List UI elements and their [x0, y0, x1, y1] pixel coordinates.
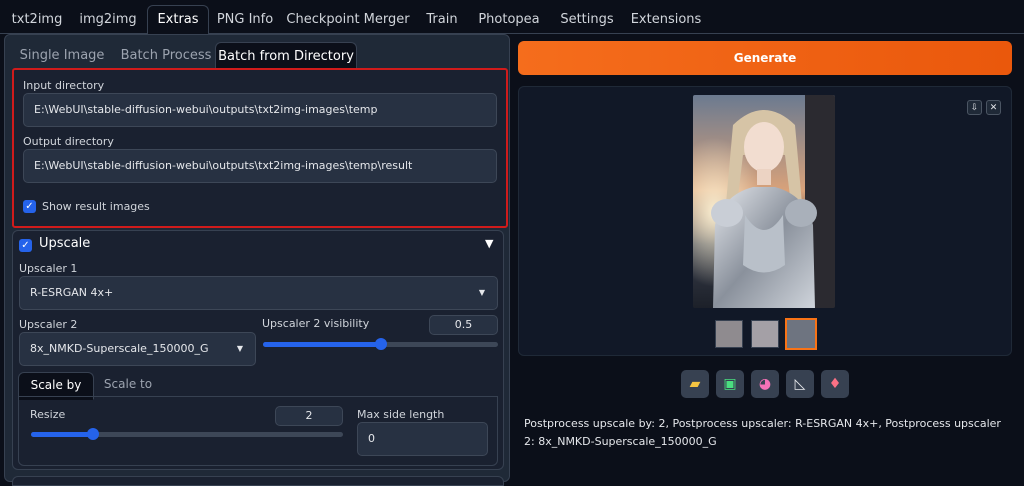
- upscaler2-visibility-label: Upscaler 2 visibility: [262, 317, 370, 330]
- output-directory-label: Output directory: [23, 135, 114, 148]
- upscaler2-label: Upscaler 2: [19, 318, 78, 331]
- tab-scale-to[interactable]: Scale to: [96, 372, 160, 398]
- max-side-input[interactable]: 0: [357, 422, 488, 456]
- tab-extensions[interactable]: Extensions: [628, 6, 704, 34]
- tab-train[interactable]: Train: [418, 6, 466, 34]
- show-result-checkbox[interactable]: ✓: [23, 200, 36, 213]
- upscaler2-dropdown[interactable]: 8x_NMKD-Superscale_150000_G ▼: [19, 332, 256, 366]
- resize-label: Resize: [30, 408, 66, 421]
- subtab-batch-from-directory[interactable]: Batch from Directory: [215, 42, 357, 71]
- upscaler1-label: Upscaler 1: [19, 262, 78, 275]
- scale-mode-tabs: Scale by Scale to: [18, 372, 498, 400]
- input-directory-field[interactable]: E:\WebUI\stable-diffusion-webui\outputs\…: [23, 93, 497, 127]
- output-directory-field[interactable]: E:\WebUI\stable-diffusion-webui\outputs\…: [23, 149, 497, 183]
- upscaler2-visibility-slider[interactable]: [263, 338, 498, 350]
- max-side-label: Max side length: [357, 408, 445, 421]
- slider-fill: [263, 342, 381, 347]
- upscale-checkbox[interactable]: ✓: [19, 239, 32, 252]
- eraser-icon[interactable]: ♦: [821, 370, 849, 398]
- slider-thumb[interactable]: [87, 428, 99, 440]
- slider-thumb[interactable]: [375, 338, 387, 350]
- gallery-thumbnail-selected[interactable]: [785, 318, 817, 350]
- scale-by-panel: Resize 2 Max side length 0: [18, 396, 498, 466]
- triangle-ruler-icon[interactable]: ◺: [786, 370, 814, 398]
- subtab-single-image[interactable]: Single Image: [14, 42, 110, 69]
- gallery-thumbnail[interactable]: [715, 320, 743, 348]
- tab-checkpoint-merger[interactable]: Checkpoint Merger: [286, 6, 410, 34]
- image-icon[interactable]: ▣: [716, 370, 744, 398]
- tab-img2img[interactable]: img2img: [72, 6, 144, 34]
- chevron-down-icon: ▼: [478, 288, 485, 297]
- batch-directory-box: Input directory E:\WebUI\stable-diffusio…: [12, 68, 508, 228]
- subtab-batch-process[interactable]: Batch Process: [116, 42, 216, 69]
- tab-txt2img[interactable]: txt2img: [6, 6, 68, 34]
- show-result-label: Show result images: [42, 200, 150, 213]
- next-section-panel: [12, 476, 504, 486]
- upscaler1-dropdown[interactable]: R-ESRGAN 4x+ ▼: [19, 276, 498, 310]
- tab-settings[interactable]: Settings: [556, 6, 618, 34]
- generate-button[interactable]: Generate: [518, 41, 1012, 75]
- tab-photopea[interactable]: Photopea: [476, 6, 542, 34]
- tab-extras[interactable]: Extras: [147, 5, 209, 37]
- download-icon[interactable]: ⇩: [967, 100, 982, 115]
- palette-icon[interactable]: ◕: [751, 370, 779, 398]
- resize-input[interactable]: 2: [275, 406, 343, 426]
- result-image[interactable]: [693, 95, 835, 308]
- gallery-thumbnail[interactable]: [751, 320, 779, 348]
- resize-slider[interactable]: [31, 428, 343, 440]
- top-tab-bar: txt2img img2img Extras PNG Info Checkpoi…: [0, 0, 1024, 37]
- folder-icon[interactable]: ▰: [681, 370, 709, 398]
- tab-png-info[interactable]: PNG Info: [212, 6, 278, 34]
- upscaler2-value: 8x_NMKD-Superscale_150000_G: [30, 342, 209, 355]
- upscale-title: Upscale: [39, 236, 91, 251]
- upscaler2-visibility-input[interactable]: 0.5: [429, 315, 498, 335]
- close-icon[interactable]: ✕: [986, 100, 1001, 115]
- upscaler1-value: R-ESRGAN 4x+: [30, 286, 114, 299]
- generation-info: Postprocess upscale by: 2, Postprocess u…: [524, 417, 1001, 448]
- portrait-illustration: [693, 95, 835, 308]
- extras-sub-tabs: Single Image Batch Process Batch from Di…: [12, 42, 508, 71]
- collapse-triangle-icon[interactable]: ▼: [485, 237, 493, 250]
- chevron-down-icon: ▼: [236, 344, 243, 353]
- input-directory-label: Input directory: [23, 79, 105, 92]
- slider-fill: [31, 432, 93, 437]
